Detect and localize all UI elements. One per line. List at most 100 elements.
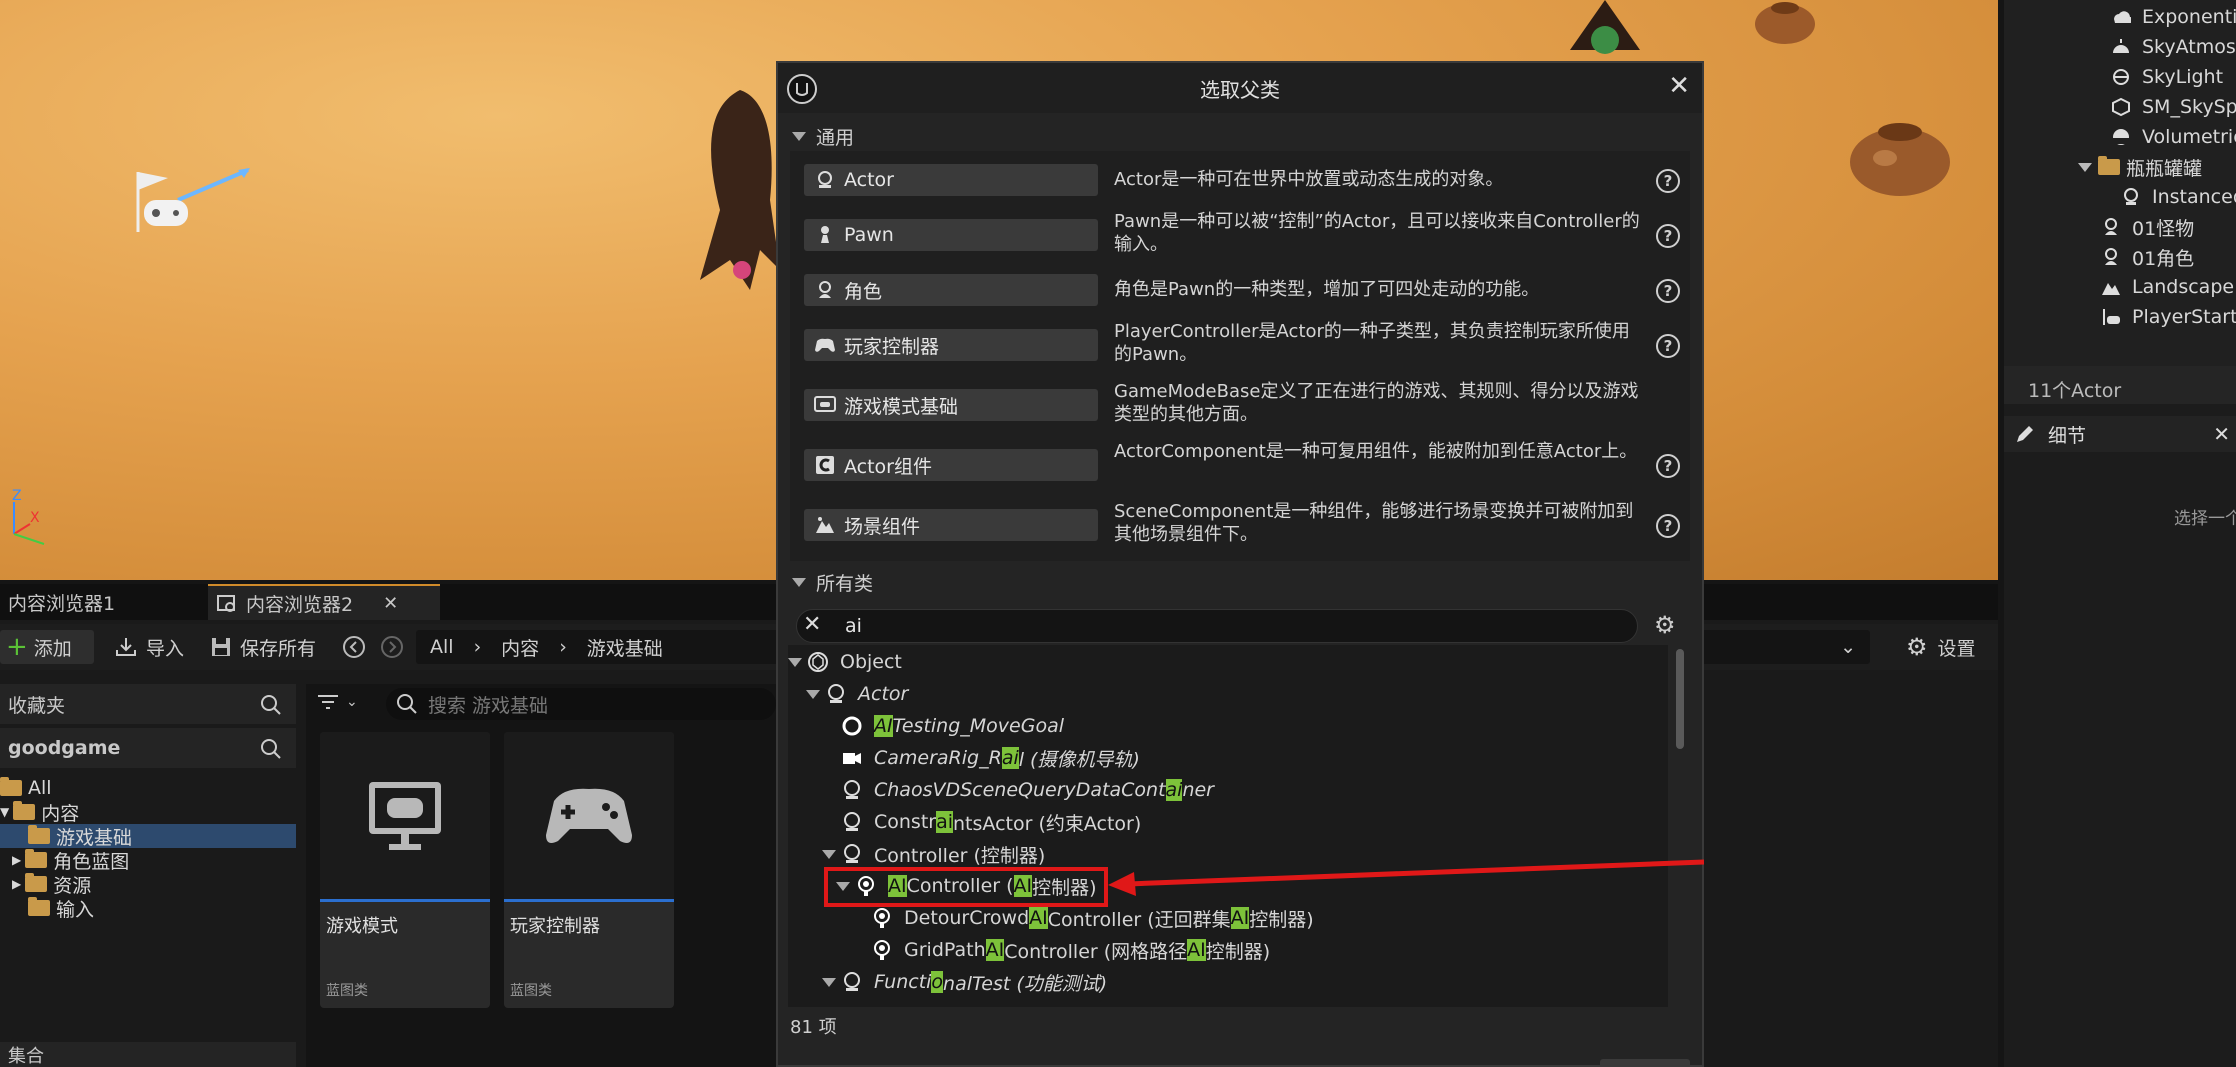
- gamepad-icon: [546, 788, 632, 843]
- dialog-titlebar: 选取父类 ✕: [778, 63, 1702, 113]
- folder-character-bp[interactable]: ▶ 角色蓝图: [12, 848, 129, 873]
- ai-controller-icon: [870, 906, 894, 930]
- save-all-button[interactable]: 保存所有: [210, 630, 316, 664]
- all-classes-section-header[interactable]: 所有类: [788, 567, 873, 597]
- chevron-down-icon[interactable]: [822, 977, 836, 987]
- asset-type: 蓝图类: [510, 983, 552, 999]
- content-browser-icon: [217, 595, 235, 612]
- outliner-item[interactable]: SM_SkySp: [2110, 92, 2236, 122]
- breadcrumb-item[interactable]: 内容: [501, 634, 539, 661]
- close-icon[interactable]: ✕: [1668, 71, 1690, 101]
- class-row-chaos-vd[interactable]: ChaosVDSceneQueryDataCont ai ner: [840, 775, 1214, 805]
- tab-content-browser-1[interactable]: 内容浏览器1: [0, 584, 206, 620]
- class-row-functional-test[interactable]: Functi o nalTest (功能测试): [822, 967, 1107, 997]
- outliner-item[interactable]: SkyLight: [2110, 62, 2223, 92]
- close-icon[interactable]: ✕: [383, 593, 398, 614]
- player-start-icon[interactable]: [128, 160, 268, 240]
- class-row-actor[interactable]: Actor: [806, 679, 908, 709]
- common-section-header[interactable]: 通用: [788, 121, 854, 151]
- import-button[interactable]: 导入: [114, 630, 184, 664]
- player-controller-class-button[interactable]: 玩家控制器: [804, 329, 1098, 361]
- outliner-folder[interactable]: 瓶瓶罐罐: [2078, 152, 2202, 182]
- chevron-down-icon[interactable]: ▼: [0, 805, 9, 819]
- outliner-item[interactable]: SkyAtmos: [2110, 32, 2236, 62]
- folder-icon: [25, 849, 48, 868]
- folder-game-base[interactable]: 游戏基础: [0, 824, 296, 849]
- class-row-camera-rig-rail[interactable]: CameraRig_R ai l (摄像机导轨): [840, 743, 1140, 773]
- common-class-row: Actor组件 ActorComponent是一种可复用组件，能被附加到任意Ac…: [802, 436, 1682, 494]
- class-row-constraints-actor[interactable]: Constr ai ntsActor (约束Actor): [840, 807, 1141, 837]
- details-tab[interactable]: 细节 ✕: [2004, 416, 2236, 452]
- favorites-header[interactable]: 收藏夹: [0, 684, 296, 724]
- common-class-row: 场景组件 SceneComponent是一种组件，能够进行场景变换并可被附加到其…: [802, 496, 1682, 554]
- folder-content[interactable]: ▼ 内容: [0, 800, 79, 825]
- pawn-icon: [814, 224, 836, 246]
- world-outliner: Exponential SkyAtmos SkyLight SM_SkySp V…: [2004, 0, 2236, 412]
- class-row-gridpath-ai-controller[interactable]: GridPath AI Controller (网格路径 AI 控制器): [870, 935, 1270, 965]
- chevron-right-icon[interactable]: ›: [474, 636, 482, 658]
- chevron-right-icon[interactable]: ▶: [12, 877, 21, 891]
- collections-header[interactable]: 集合: [0, 1042, 296, 1067]
- help-icon[interactable]: ?: [1656, 169, 1680, 193]
- outliner-item[interactable]: 01怪物: [2100, 212, 2194, 242]
- asset-search[interactable]: 搜索 游戏基础: [386, 688, 776, 720]
- outliner-item[interactable]: Volumetric: [2110, 122, 2236, 152]
- breadcrumb-item[interactable]: All: [430, 636, 454, 658]
- folder-all[interactable]: All: [0, 776, 52, 800]
- chevron-down-icon[interactable]: [806, 689, 820, 699]
- settings-button[interactable]: ⚙ 设置: [1906, 630, 1976, 664]
- object-icon: [806, 650, 830, 674]
- pawn-class-button[interactable]: Pawn: [804, 219, 1098, 251]
- class-row-controller[interactable]: Controller (控制器): [822, 839, 1045, 869]
- class-row-object[interactable]: Object: [788, 647, 902, 677]
- filter-button[interactable]: ⌄: [316, 692, 358, 712]
- chevron-right-icon[interactable]: ›: [559, 636, 567, 658]
- outliner-item[interactable]: Exponential: [2110, 2, 2236, 32]
- close-icon[interactable]: ✕: [2213, 422, 2230, 446]
- outliner-item[interactable]: 01角色: [2100, 242, 2194, 272]
- game-mode-base-class-button[interactable]: 游戏模式基础: [804, 389, 1098, 421]
- asset-tile[interactable]: 玩家控制器 蓝图类: [504, 732, 674, 1008]
- gamepad-icon: [814, 334, 836, 356]
- actor-icon: [814, 169, 836, 191]
- character-icon: [2100, 216, 2122, 238]
- class-description: PlayerController是Actor的一种子类型，其负责控制玩家所使用的…: [1114, 321, 1630, 365]
- outliner-item[interactable]: PlayerStart: [2100, 302, 2236, 332]
- breadcrumb-item[interactable]: 游戏基础: [587, 634, 663, 661]
- common-class-row: 玩家控制器 PlayerController是Actor的一种子类型，其负责控制…: [802, 316, 1682, 374]
- character-class-button[interactable]: 角色: [804, 274, 1098, 306]
- search-icon[interactable]: [260, 694, 282, 716]
- project-header[interactable]: goodgame: [0, 728, 296, 768]
- outliner-item[interactable]: InstancedF: [2120, 182, 2236, 212]
- help-icon[interactable]: ?: [1656, 224, 1680, 248]
- help-icon[interactable]: ?: [1656, 514, 1680, 538]
- clear-search-icon[interactable]: ✕: [803, 612, 821, 637]
- help-icon[interactable]: ?: [1656, 454, 1680, 478]
- chevron-down-icon[interactable]: [822, 849, 836, 859]
- outliner-item[interactable]: Landscape: [2100, 272, 2234, 302]
- class-search-input[interactable]: ✕ ai: [796, 609, 1638, 643]
- cancel-button[interactable]: [1600, 1059, 1690, 1067]
- chevron-down-icon[interactable]: ⌄: [1840, 636, 1856, 658]
- actor-component-class-button[interactable]: Actor组件: [804, 449, 1098, 481]
- gear-icon[interactable]: ⚙: [1654, 611, 1676, 639]
- tab-content-browser-2[interactable]: 内容浏览器2 ✕: [208, 584, 440, 620]
- scene-component-icon: [814, 514, 836, 536]
- chevron-down-icon[interactable]: [788, 657, 802, 667]
- help-icon[interactable]: ?: [1656, 279, 1680, 303]
- scene-component-class-button[interactable]: 场景组件: [804, 509, 1098, 541]
- folder-input[interactable]: 输入: [28, 896, 94, 921]
- forward-button[interactable]: [380, 630, 404, 664]
- chevron-right-icon[interactable]: ▶: [12, 853, 21, 867]
- class-row-ai-testing-movegoal[interactable]: AI Testing_MoveGoal: [840, 711, 1064, 741]
- chevron-down-icon[interactable]: [2078, 162, 2092, 172]
- class-row-detour-crowd-ai-controller[interactable]: DetourCrowd AI Controller (迂回群集 AI 控制器): [870, 903, 1314, 933]
- add-button[interactable]: + 添加: [0, 630, 94, 664]
- help-icon[interactable]: ?: [1656, 334, 1680, 358]
- actor-class-button[interactable]: Actor: [804, 164, 1098, 196]
- asset-tile[interactable]: 游戏模式 蓝图类: [320, 732, 490, 1008]
- scrollbar-thumb[interactable]: [1676, 649, 1684, 749]
- back-button[interactable]: [342, 630, 366, 664]
- search-icon[interactable]: [260, 738, 282, 760]
- folder-assets[interactable]: ▶ 资源: [12, 872, 91, 897]
